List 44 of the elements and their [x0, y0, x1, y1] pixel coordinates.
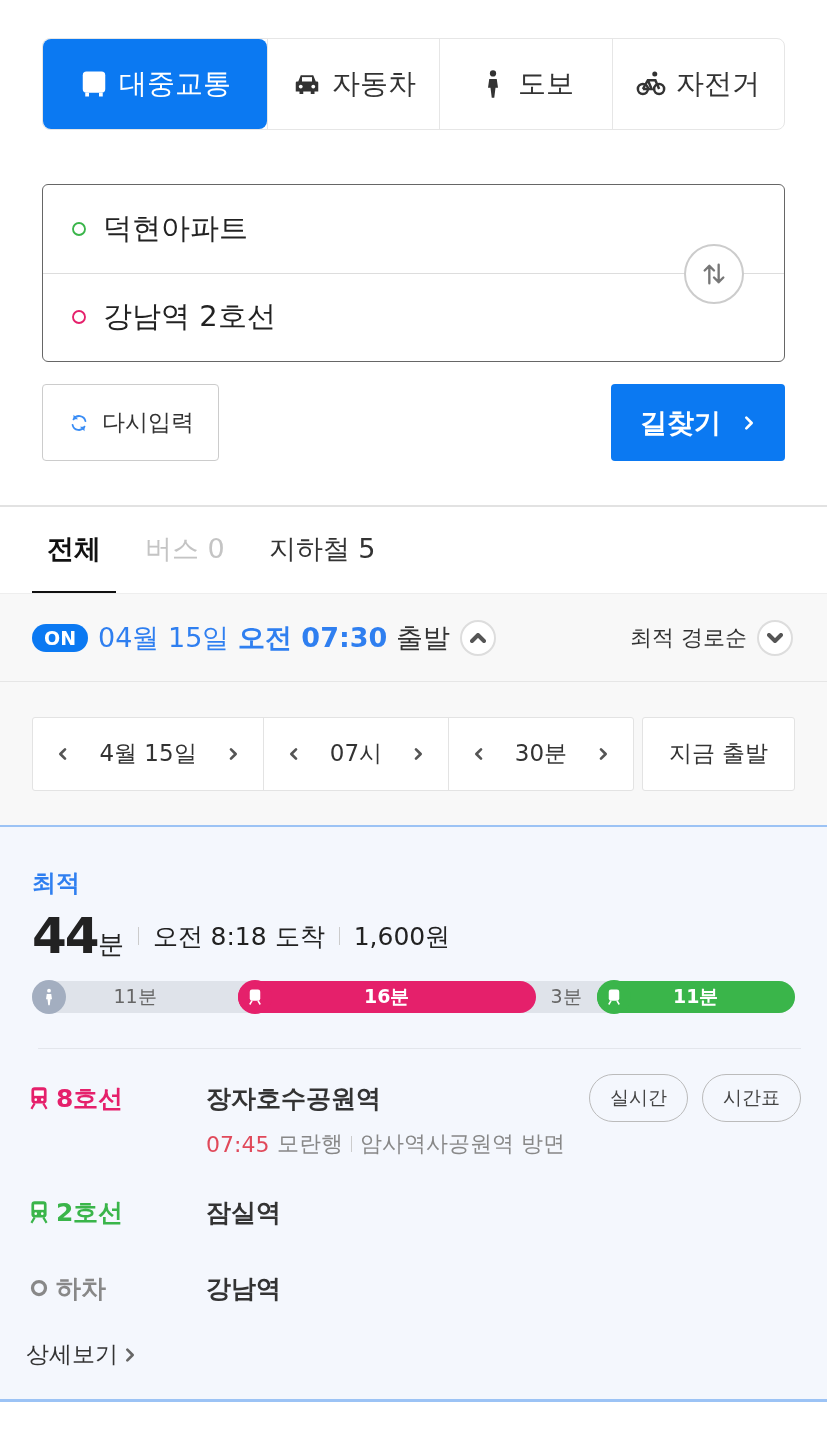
schedule-button[interactable]: 실시간: [589, 1074, 688, 1122]
mode-tab[interactable]: 도보: [439, 39, 612, 129]
train-destination: 모란행: [277, 1130, 344, 1158]
station-name: 강남역: [206, 1272, 281, 1305]
line-name: 하차: [56, 1272, 106, 1305]
picker-value: 30분: [514, 739, 568, 768]
schedule-button[interactable]: 시간표: [702, 1074, 801, 1122]
picker-value: 07시: [329, 739, 383, 768]
origin-field[interactable]: 덕현아파트: [103, 208, 248, 249]
departure-clock: 07:45: [206, 1131, 270, 1157]
reset-button[interactable]: 다시입력: [42, 384, 219, 461]
toggle-badge[interactable]: ON: [32, 623, 89, 652]
duration-label: 16분: [364, 984, 410, 1009]
total-duration: 44분: [32, 907, 124, 965]
swap-button[interactable]: [684, 244, 744, 304]
line-name: 8호선: [56, 1082, 124, 1115]
collapse-button[interactable]: [459, 619, 496, 656]
arrival-time: 오전 8:18 도착: [152, 920, 325, 953]
best-label: 최적: [32, 868, 81, 899]
mode-tab[interactable]: 자전거: [611, 39, 784, 129]
line-name: 2호선: [56, 1196, 124, 1229]
detail-link[interactable]: 상세보기: [26, 1339, 138, 1370]
departure-time: 04월 15일 오전 07:30 출발: [98, 620, 450, 655]
station-name: 잠실역: [206, 1196, 281, 1229]
mode-tab[interactable]: 대중교통: [43, 39, 267, 129]
duration-label: 11분: [673, 984, 719, 1009]
duration-label: 3분: [550, 984, 582, 1009]
chevron-down-icon: [767, 632, 783, 643]
search-button[interactable]: 길찾기: [611, 384, 785, 461]
destination-field[interactable]: 강남역 2호선: [103, 297, 276, 338]
sort-dropdown-button[interactable]: [757, 619, 793, 656]
fare: 1,600원: [353, 920, 451, 953]
chevron-up-icon: [469, 632, 486, 643]
start-dot-icon: [71, 220, 87, 237]
train-icon: [246, 988, 264, 1006]
depart-now-button[interactable]: 지금 출발: [642, 716, 795, 791]
picker-value: 4월 15일: [99, 739, 197, 768]
sort-option[interactable]: 최적 경로순: [630, 622, 747, 653]
direction-text: 암사역사공원역 방면: [360, 1130, 566, 1158]
duration-label: 11분: [113, 984, 157, 1009]
result-tab[interactable]: 지하철 5: [253, 507, 391, 593]
station-name: 장자호수공원역: [206, 1082, 381, 1115]
mode-tab[interactable]: 자동차: [267, 39, 440, 129]
end-dot-icon: [71, 309, 87, 326]
